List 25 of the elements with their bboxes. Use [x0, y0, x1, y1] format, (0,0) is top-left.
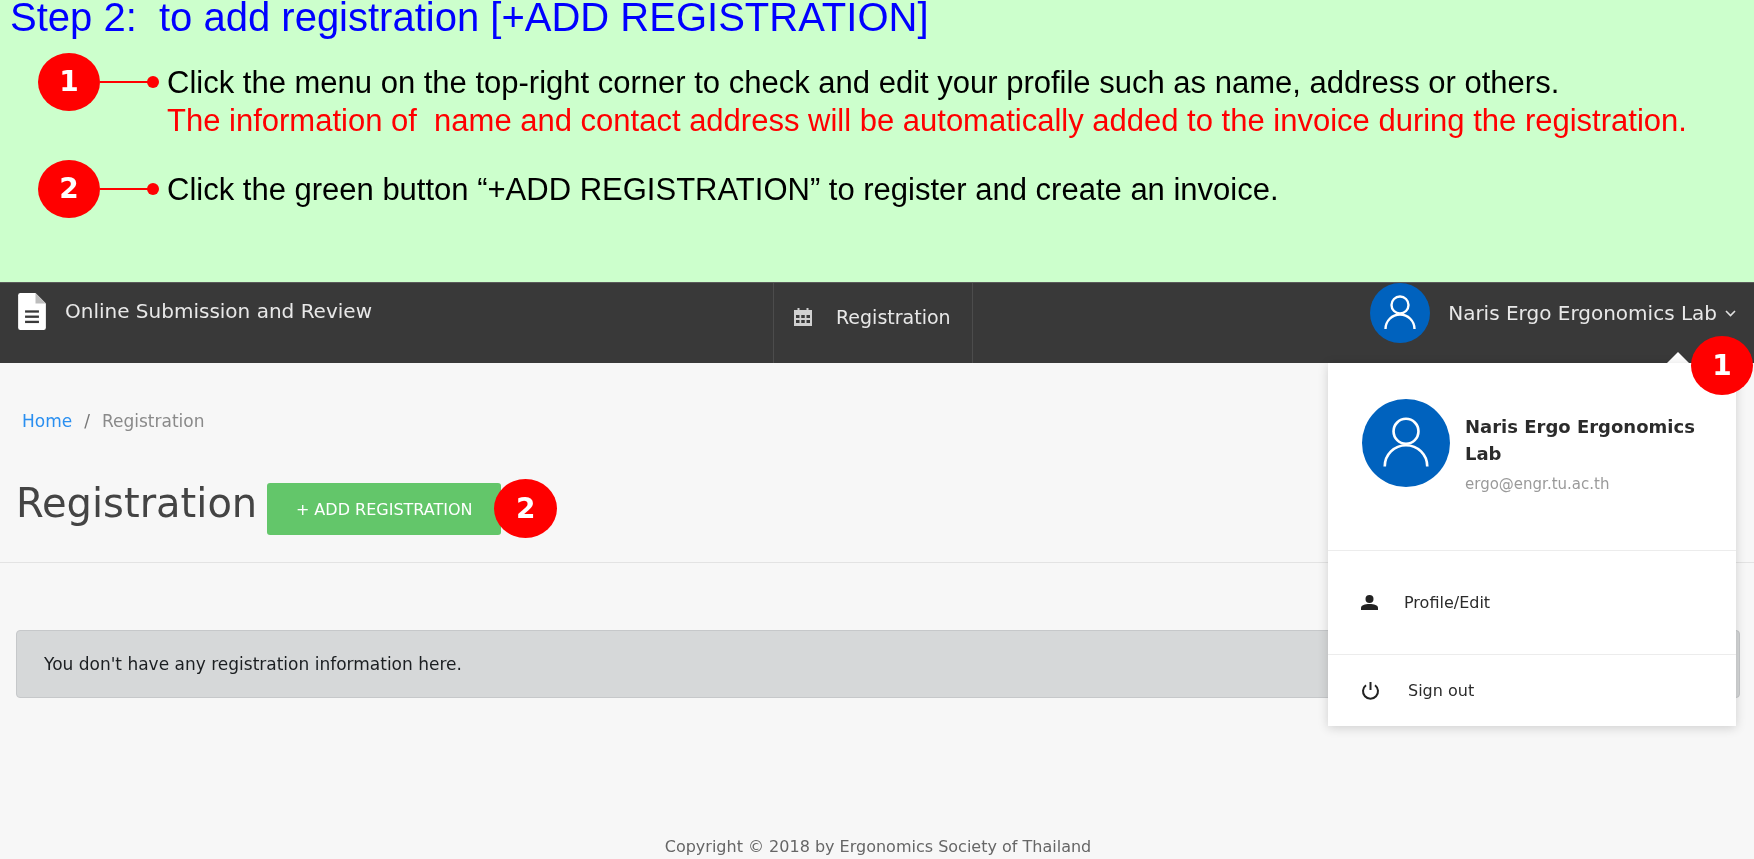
menu-item[interactable]: Profile/Edit — [1328, 551, 1736, 655]
page-title: Registration — [16, 479, 258, 527]
breadcrumb-separator: / — [84, 410, 90, 433]
calendar-icon — [794, 308, 812, 326]
callout-number: 1 — [38, 53, 100, 111]
chevron-down-icon — [1725, 309, 1736, 317]
callout-number: 2 — [38, 160, 100, 218]
instruction-title: Step 2: to add registration [+ADD REGISTRATION] — [9, 0, 930, 39]
callout-number: 2 — [494, 479, 558, 538]
instruction-text: Click the green button “+ADD REGISTRATION” to register and create an invoice. — [167, 171, 1279, 209]
instruction-note: The information of name and contact address will be automatically added to the invoice during the registration. — [167, 102, 1687, 140]
copyright-text: Copyright © 2018 by Ergonomics Society of Thailand — [663, 836, 1093, 858]
avatar-icon — [1362, 399, 1450, 487]
instruction-text: Click the menu on the top-right corner to check and edit your profile such as name, address or others. — [167, 64, 1561, 102]
leader-line — [100, 75, 159, 89]
user-name: Naris Ergo Ergonomics Lab — [1465, 415, 1696, 466]
user-email: ergo@engr.tu.ac.th — [1465, 474, 1611, 495]
app-title: Online Submission and Review — [65, 299, 372, 323]
avatar-icon — [1370, 283, 1431, 343]
leader-line — [100, 182, 159, 196]
breadcrumb-current: Registration — [101, 410, 205, 433]
user-menu-button[interactable]: Naris Ergo Ergonomics Lab — [1370, 283, 1736, 343]
document-icon — [18, 292, 46, 330]
power-icon — [1361, 680, 1380, 700]
person-icon — [1361, 595, 1378, 610]
